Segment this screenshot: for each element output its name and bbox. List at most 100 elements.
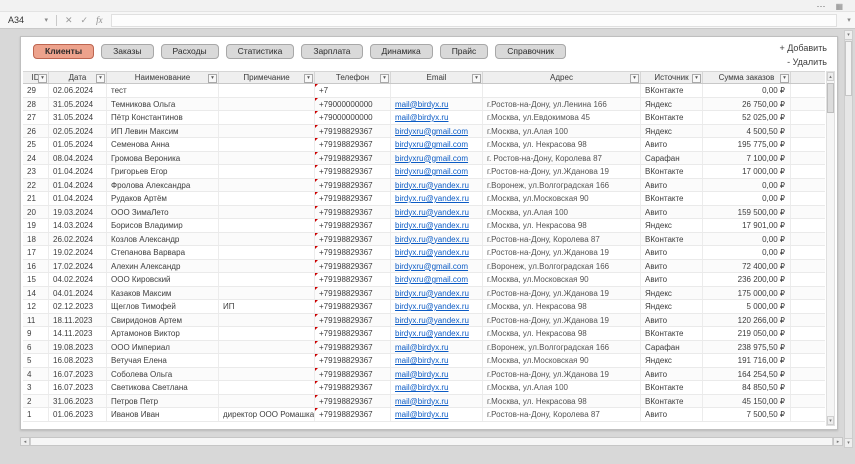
cell-address[interactable]: г.Москва, ул.Московская 90 bbox=[483, 273, 641, 286]
scroll-up-icon[interactable]: ▴ bbox=[827, 72, 834, 81]
cell-id[interactable]: 29 bbox=[23, 84, 49, 97]
email-link[interactable]: mail@birdyx.ru bbox=[395, 100, 448, 109]
cell-total[interactable]: 236 200,00 ₽ bbox=[703, 273, 791, 286]
cell-email[interactable]: mail@birdyx.ru bbox=[391, 408, 483, 421]
cell-name[interactable]: Щеглов Тимофей bbox=[107, 300, 219, 313]
insert-function-icon[interactable]: fx bbox=[92, 15, 107, 25]
cell-empty[interactable] bbox=[791, 233, 825, 246]
cell-note[interactable]: ИП bbox=[219, 300, 315, 313]
name-box-dropdown-icon[interactable]: ▾ bbox=[44, 16, 48, 24]
cell-name[interactable]: Козлов Александр bbox=[107, 233, 219, 246]
cell-total[interactable]: 72 400,00 ₽ bbox=[703, 260, 791, 273]
formula-input[interactable] bbox=[111, 14, 837, 27]
cell-name[interactable]: Алехин Александр bbox=[107, 260, 219, 273]
cell-address[interactable]: г.Москва, ул. Некрасова 98 bbox=[483, 395, 641, 408]
filter-dropdown-icon[interactable]: ▾ bbox=[208, 74, 217, 83]
cell-address[interactable]: г.Воронеж, ул.Волгоградская 166 bbox=[483, 260, 641, 273]
cell-date[interactable]: 02.06.2024 bbox=[49, 84, 107, 97]
cell-note[interactable] bbox=[219, 192, 315, 205]
cell-source[interactable]: Авито bbox=[641, 206, 703, 219]
cell-address[interactable]: г.Москва, ул. Некрасова 98 bbox=[483, 138, 641, 151]
cell-phone[interactable]: +79198829367 bbox=[315, 206, 391, 219]
cell-name[interactable]: ООО Кировский bbox=[107, 273, 219, 286]
email-link[interactable]: birdyx.ru@yandex.ru bbox=[395, 289, 469, 298]
cell-email[interactable]: birdyx.ru@yandex.ru bbox=[391, 219, 483, 232]
cell-address[interactable]: г.Москва, ул.Алая 100 bbox=[483, 206, 641, 219]
cell-source[interactable]: ВКонтакте bbox=[641, 327, 703, 340]
cell-total[interactable]: 191 716,00 ₽ bbox=[703, 354, 791, 367]
cell-email[interactable]: mail@birdyx.ru bbox=[391, 354, 483, 367]
email-link[interactable]: birdyxru@gmail.com bbox=[395, 275, 468, 284]
cell-source[interactable]: Авито bbox=[641, 368, 703, 381]
cell-total[interactable]: 7 100,00 ₽ bbox=[703, 152, 791, 165]
cell-address[interactable]: г.Москва, ул. Некрасова 98 bbox=[483, 300, 641, 313]
cell-phone[interactable]: +79198829367 bbox=[315, 368, 391, 381]
filter-dropdown-icon[interactable]: ▾ bbox=[780, 74, 789, 83]
cell-name[interactable]: Темникова Ольга bbox=[107, 98, 219, 111]
cell-id[interactable]: 15 bbox=[23, 273, 49, 286]
cell-note[interactable] bbox=[219, 395, 315, 408]
cell-id[interactable]: 11 bbox=[23, 314, 49, 327]
cell-name[interactable]: Светикова Светлана bbox=[107, 381, 219, 394]
cell-note[interactable] bbox=[219, 368, 315, 381]
cell-email[interactable]: birdyxru@gmail.com bbox=[391, 152, 483, 165]
cell-empty[interactable] bbox=[791, 98, 825, 111]
cell-address[interactable]: г.Ростов-на-Дону, ул.Жданова 19 bbox=[483, 314, 641, 327]
cell-date[interactable]: 14.03.2024 bbox=[49, 219, 107, 232]
scroll-left-icon[interactable]: ◂ bbox=[21, 438, 30, 445]
cell-address[interactable]: г.Ростов-на-Дону, ул.Ленина 166 bbox=[483, 98, 641, 111]
window-scroll-thumb[interactable] bbox=[845, 41, 852, 96]
sheet-tab[interactable]: Динамика bbox=[370, 44, 433, 59]
cell-source[interactable]: Авито bbox=[641, 179, 703, 192]
cell-total[interactable]: 175 000,00 ₽ bbox=[703, 287, 791, 300]
cell-name[interactable]: тест bbox=[107, 84, 219, 97]
formula-bar-expand-icon[interactable]: ▾ bbox=[843, 16, 855, 24]
cell-address[interactable]: г.Москва, ул.Алая 100 bbox=[483, 381, 641, 394]
cell-date[interactable]: 02.05.2024 bbox=[49, 125, 107, 138]
cancel-entry-icon[interactable]: ✕ bbox=[61, 15, 77, 26]
cell-empty[interactable] bbox=[791, 219, 825, 232]
cell-date[interactable]: 04.01.2024 bbox=[49, 287, 107, 300]
cell-date[interactable]: 31.05.2024 bbox=[49, 98, 107, 111]
cell-phone[interactable]: +79198829367 bbox=[315, 273, 391, 286]
cell-total[interactable]: 164 254,50 ₽ bbox=[703, 368, 791, 381]
filter-dropdown-icon[interactable]: ▾ bbox=[38, 74, 47, 83]
scroll-right-icon[interactable]: ▸ bbox=[833, 438, 842, 445]
cell-total[interactable]: 17 000,00 ₽ bbox=[703, 165, 791, 178]
cell-name[interactable]: Соболева Ольга bbox=[107, 368, 219, 381]
cell-source[interactable]: Сарафан bbox=[641, 152, 703, 165]
cell-source[interactable]: ВКонтакте bbox=[641, 395, 703, 408]
cell-email[interactable]: birdyx.ru@yandex.ru bbox=[391, 179, 483, 192]
cell-id[interactable]: 19 bbox=[23, 219, 49, 232]
email-link[interactable]: birdyxru@gmail.com bbox=[395, 154, 468, 163]
cell-address[interactable]: г.Москва, ул.Московская 90 bbox=[483, 192, 641, 205]
cell-id[interactable]: 12 bbox=[23, 300, 49, 313]
cell-id[interactable]: 28 bbox=[23, 98, 49, 111]
cell-address[interactable]: г. Ростов-на-Дону, Королева 87 bbox=[483, 152, 641, 165]
cell-source[interactable]: Сарафан bbox=[641, 341, 703, 354]
cell-date[interactable]: 19.08.2023 bbox=[49, 341, 107, 354]
cell-note[interactable] bbox=[219, 314, 315, 327]
cell-source[interactable]: ВКонтакте bbox=[641, 84, 703, 97]
filter-dropdown-icon[interactable]: ▾ bbox=[304, 74, 313, 83]
email-link[interactable]: birdyx.ru@yandex.ru bbox=[395, 221, 469, 230]
cell-empty[interactable] bbox=[791, 125, 825, 138]
cell-id[interactable]: 5 bbox=[23, 354, 49, 367]
cell-note[interactable] bbox=[219, 354, 315, 367]
email-link[interactable]: birdyx.ru@yandex.ru bbox=[395, 181, 469, 190]
cell-address[interactable]: г.Москва, ул. Некрасова 98 bbox=[483, 327, 641, 340]
cell-total[interactable]: 52 025,00 ₽ bbox=[703, 111, 791, 124]
cell-date[interactable]: 16.07.2023 bbox=[49, 381, 107, 394]
cell-date[interactable]: 04.02.2024 bbox=[49, 273, 107, 286]
cell-id[interactable]: 22 bbox=[23, 179, 49, 192]
sheet-tab[interactable]: Заказы bbox=[101, 44, 153, 59]
cell-phone[interactable]: +79198829367 bbox=[315, 314, 391, 327]
cell-id[interactable]: 4 bbox=[23, 368, 49, 381]
email-link[interactable]: mail@birdyx.ru bbox=[395, 343, 448, 352]
cell-email[interactable]: birdyx.ru@yandex.ru bbox=[391, 314, 483, 327]
cell-id[interactable]: 9 bbox=[23, 327, 49, 340]
cell-total[interactable]: 0,00 ₽ bbox=[703, 233, 791, 246]
cell-name[interactable]: Степанова Варвара bbox=[107, 246, 219, 259]
cell-total[interactable]: 120 266,00 ₽ bbox=[703, 314, 791, 327]
email-link[interactable]: mail@birdyx.ru bbox=[395, 410, 448, 419]
